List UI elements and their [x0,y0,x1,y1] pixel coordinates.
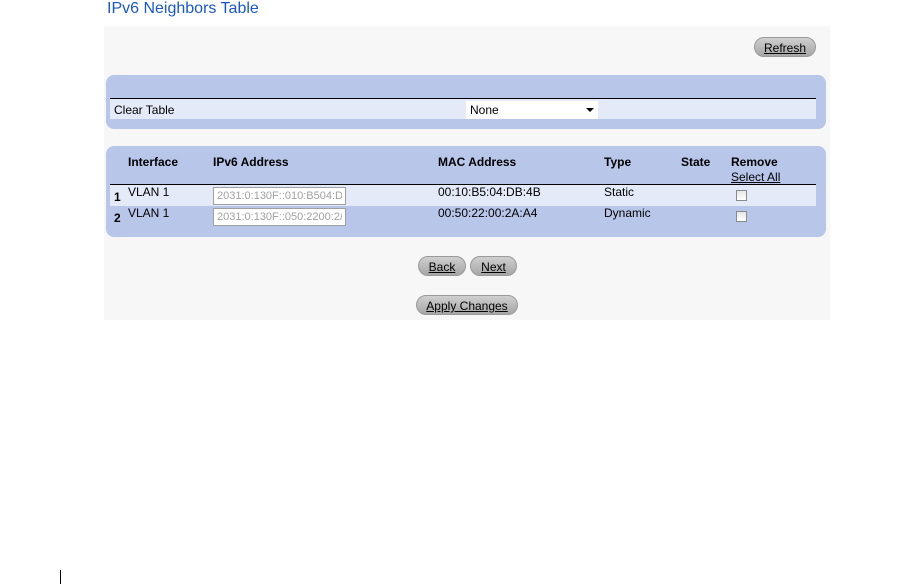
apply-changes-button[interactable]: Apply Changes [416,295,518,315]
header-remove: Remove [731,155,778,169]
header-type: Type [604,155,632,169]
page-margin-line [60,570,61,584]
refresh-button[interactable]: Refresh [754,37,816,57]
row-mac-address: 00:10:B5:04:DB:4B [438,185,541,199]
header-state: State [681,155,711,169]
row-number: 1 [114,190,121,204]
chevron-down-icon [586,108,594,112]
next-button[interactable]: Next [470,256,517,276]
row-remove-checkbox[interactable] [736,190,747,201]
select-all-link[interactable]: Select All [731,170,780,184]
row-ipv6-address-field[interactable] [213,187,346,205]
row-ipv6-address-field[interactable] [213,208,346,226]
clear-table-select[interactable]: None [466,101,598,119]
row-number: 2 [114,211,121,225]
row-remove-checkbox[interactable] [736,211,747,222]
row-type: Static [604,185,635,199]
row-interface: VLAN 1 [128,206,170,220]
row-mac-address: 00:50:22:00:2A:A4 [438,206,538,220]
page-title: IPv6 Neighbors Table [107,0,259,17]
header-mac-address: MAC Address [438,155,517,169]
header-interface: Interface [128,155,179,169]
page: IPv6 Neighbors Table Refresh Clear Table… [0,0,900,584]
clear-table-label: Clear Table [114,103,175,117]
clear-table-select-value: None [470,103,499,117]
back-button[interactable]: Back [418,256,466,276]
row-interface: VLAN 1 [128,185,170,199]
header-ipv6-address: IPv6 Address [213,155,289,169]
clear-table-row [110,99,816,119]
row-type: Dynamic [604,206,651,220]
